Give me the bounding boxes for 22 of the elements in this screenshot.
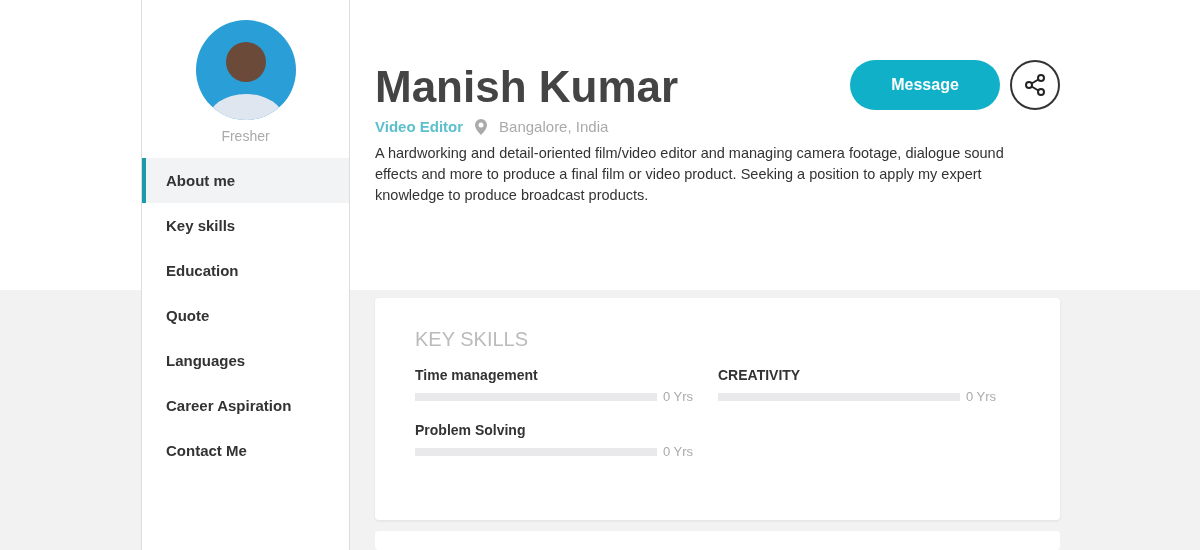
location-text: Bangalore, India <box>499 118 609 135</box>
skill-name: Problem Solving <box>415 422 527 439</box>
about-text: A hardworking and detail-oriented film/video editor and managing camera footage, dialogue sound effects and more to produce a final film or video product. Seeking a position to apply my expert knowledge to produce broadcast products. <box>375 144 1005 205</box>
sidebar-item[interactable]: Contact Me <box>142 428 349 473</box>
skill-name: Time management <box>415 367 539 384</box>
skill-years: 0 Yrs <box>663 389 694 405</box>
sidebar-item[interactable]: About me <box>142 158 349 203</box>
sidebar-item[interactable]: Quote <box>142 293 349 338</box>
location-pin-icon <box>475 118 488 135</box>
profile-name: Manish Kumar <box>375 62 679 112</box>
share-icon <box>1023 73 1047 97</box>
sidebar-item[interactable]: Languages <box>142 338 349 383</box>
status-text: Fresher <box>221 128 270 144</box>
skill-years: 0 Yrs <box>663 444 694 460</box>
sidebar-item[interactable]: Career Aspiration <box>142 383 349 428</box>
skill-name: CREATIVITY <box>718 367 802 384</box>
job-title: Video Editor <box>375 118 464 135</box>
card-title: KEY SKILLS <box>415 328 530 352</box>
skill-years: 0 Yrs <box>966 389 997 405</box>
sidebar-item[interactable]: Education <box>142 248 349 293</box>
sidebar-item[interactable]: Key skills <box>142 203 349 248</box>
share-button[interactable] <box>1010 60 1060 110</box>
